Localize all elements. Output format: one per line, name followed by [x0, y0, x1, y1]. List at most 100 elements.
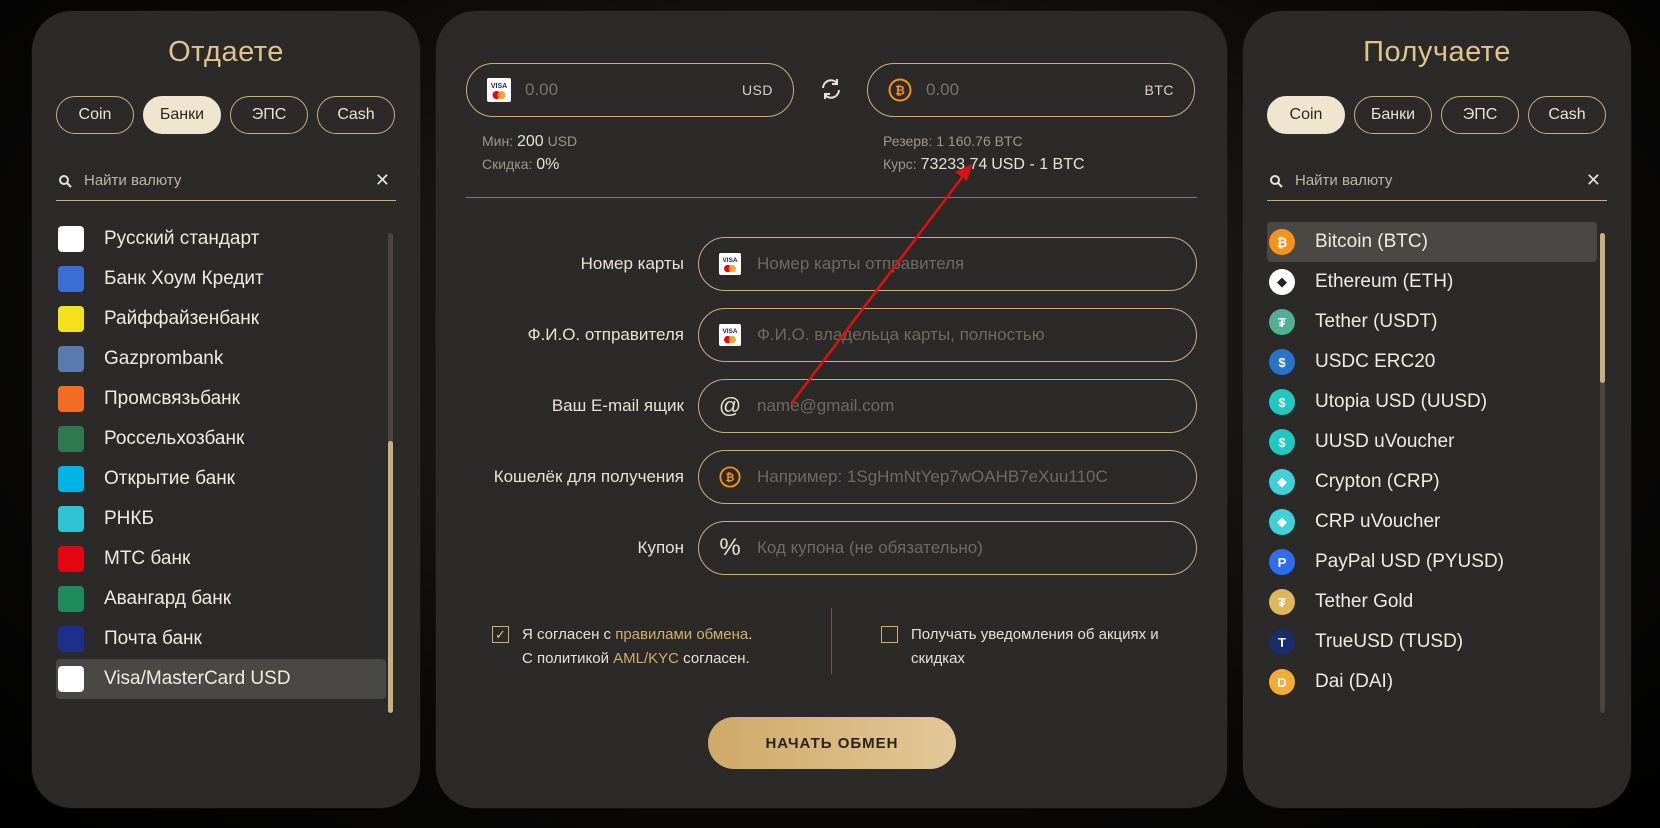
get-list-item[interactable]: ◆ Ethereum (ETH) [1267, 262, 1597, 302]
psb-icon [58, 386, 84, 412]
give-tab-eps[interactable]: ЭПС [230, 96, 308, 134]
give-list-item[interactable]: Почта банк [56, 619, 386, 659]
limits-info: Мин: 200 USD Скидка: 0% [482, 130, 577, 176]
rules-link[interactable]: правилами обмена [615, 626, 748, 643]
checkbox-separator [831, 608, 832, 674]
give-list-item[interactable]: Русский стандарт [56, 219, 386, 259]
get-search-input[interactable] [1295, 172, 1586, 189]
get-item-label: PayPal USD (PYUSD) [1315, 551, 1504, 572]
get-tab-banks[interactable]: Банки [1354, 96, 1432, 134]
clear-search-icon[interactable]: ✕ [1586, 170, 1601, 191]
get-tab-cash[interactable]: Cash [1528, 96, 1606, 134]
give-list-item[interactable]: Промсвязьбанк [56, 379, 386, 419]
give-list-item[interactable]: Банк Хоум Кредит [56, 259, 386, 299]
name-field[interactable]: VISA [698, 308, 1197, 362]
get-amount-value[interactable]: 0.00 [926, 80, 1145, 100]
give-list-scrollbar[interactable] [388, 233, 393, 713]
wallet-row: Кошелёк для получения ₿ [466, 450, 1197, 504]
give-item-label: РНКБ [104, 508, 154, 529]
usdc-icon: $ [1269, 349, 1295, 375]
get-list-item[interactable]: T TrueUSD (TUSD) [1267, 622, 1597, 662]
policy-suffix: согласен. [679, 650, 750, 667]
give-item-label: Русский стандарт [104, 228, 260, 249]
notify-checkbox[interactable] [881, 626, 898, 643]
give-list-item[interactable]: РНКБ [56, 499, 386, 539]
get-amount-field[interactable]: ₿ 0.00 BTC [867, 63, 1195, 117]
get-list-item[interactable]: $ USDC ERC20 [1267, 342, 1597, 382]
get-list-item[interactable]: $ UUSD uVoucher [1267, 422, 1597, 462]
give-list-item[interactable]: Открытие банк [56, 459, 386, 499]
get-list-item[interactable]: $ Utopia USD (UUSD) [1267, 382, 1597, 422]
give-list-item[interactable]: МТС банк [56, 539, 386, 579]
give-list-item[interactable]: Visa/MasterCard USD [56, 659, 386, 699]
tether-icon: ₮ [1269, 309, 1295, 335]
coupon-field[interactable]: % [698, 521, 1197, 575]
card-field[interactable]: VISA [698, 237, 1197, 291]
get-tab-coin[interactable]: Coin [1267, 96, 1345, 134]
get-list-item[interactable]: ◆ Crypton (CRP) [1267, 462, 1597, 502]
give-tab-coin[interactable]: Coin [56, 96, 134, 134]
get-list-item[interactable]: ₮ Tether (USDT) [1267, 302, 1597, 342]
give-list-item[interactable]: Райффайзенбанк [56, 299, 386, 339]
scrollbar-thumb[interactable] [388, 441, 393, 713]
search-icon [1270, 174, 1283, 188]
home-credit-icon [58, 266, 84, 292]
get-item-label: TrueUSD (TUSD) [1315, 631, 1464, 652]
give-tab-cash[interactable]: Cash [317, 96, 395, 134]
get-item-label: Tether Gold [1315, 591, 1414, 612]
give-amount-field[interactable]: VISA 0.00 USD [466, 63, 794, 117]
wallet-field[interactable]: ₿ [698, 450, 1197, 504]
give-search-input[interactable] [84, 172, 375, 189]
get-list-scrollbar[interactable] [1600, 233, 1605, 713]
divider [466, 197, 1197, 198]
bitcoin-icon: ₿ [888, 78, 912, 102]
rate-info: Резерв: 1 160.76 BTC Курс: 73233.74 USD … [883, 130, 1085, 176]
rate-label: Курс: [883, 156, 917, 172]
clear-search-icon[interactable]: ✕ [375, 170, 390, 191]
email-field[interactable]: @ [698, 379, 1197, 433]
get-list-item[interactable]: ₿ Bitcoin (BTC) [1267, 222, 1597, 262]
min-value: 200 [517, 133, 544, 150]
give-list-item[interactable]: Россельхозбанк [56, 419, 386, 459]
get-panel: Получаете Coin Банки ЭПС Cash ✕ ₿ Bitcoin… [1243, 11, 1631, 808]
svg-text:₿: ₿ [895, 84, 905, 98]
visa-mastercard-icon: VISA [719, 253, 741, 275]
get-list-item[interactable]: ◆ CRP uVoucher [1267, 502, 1597, 542]
get-tabs: Coin Банки ЭПС Cash [1267, 96, 1607, 134]
give-tab-banks[interactable]: Банки [143, 96, 221, 134]
avangard-icon [58, 586, 84, 612]
start-exchange-button[interactable]: НАЧАТЬ ОБМЕН [708, 717, 956, 769]
get-list-item[interactable]: ₮ Tether Gold [1267, 582, 1597, 622]
min-currency: USD [547, 133, 578, 149]
give-list-item[interactable]: Gazprombank [56, 339, 386, 379]
rate-suffix: USD - 1 BTC [991, 156, 1085, 173]
email-input[interactable] [757, 396, 1178, 416]
sender-name-input[interactable] [757, 325, 1178, 345]
get-item-label: Utopia USD (UUSD) [1315, 391, 1488, 412]
give-item-label: Авангард банк [104, 588, 232, 609]
get-item-label: USDC ERC20 [1315, 351, 1436, 372]
give-item-label: МТС банк [104, 548, 191, 569]
name-label: Ф.И.О. отправителя [527, 325, 684, 344]
scrollbar-thumb[interactable] [1600, 233, 1605, 383]
dai-icon: D [1269, 669, 1295, 695]
give-amount-value[interactable]: 0.00 [525, 80, 742, 100]
visa-mastercard-icon: VISA [487, 78, 511, 102]
russian-standard-icon [58, 226, 84, 252]
aml-kyc-link[interactable]: AML/KYC [613, 650, 679, 667]
coupon-input[interactable] [757, 538, 1178, 558]
card-number-input[interactable] [757, 254, 1178, 274]
get-item-label: Crypton (CRP) [1315, 471, 1440, 492]
notify-checkbox-row: Получать уведомления об акциях и скидках [881, 623, 1181, 671]
reserve-text: Резерв: 1 160.76 BTC [883, 133, 1023, 149]
give-list-item[interactable]: Авангард банк [56, 579, 386, 619]
agree-checkbox[interactable]: ✓ [492, 626, 509, 643]
svg-text:VISA: VISA [723, 328, 738, 335]
give-item-label: Банк Хоум Кредит [104, 268, 264, 289]
get-tab-eps[interactable]: ЭПС [1441, 96, 1519, 134]
swap-icon[interactable] [819, 77, 843, 101]
get-list-item[interactable]: P PayPal USD (PYUSD) [1267, 542, 1597, 582]
wallet-input[interactable] [757, 467, 1178, 487]
get-list-item[interactable]: D Dai (DAI) [1267, 662, 1597, 702]
agree-prefix: Я согласен с [522, 626, 616, 643]
